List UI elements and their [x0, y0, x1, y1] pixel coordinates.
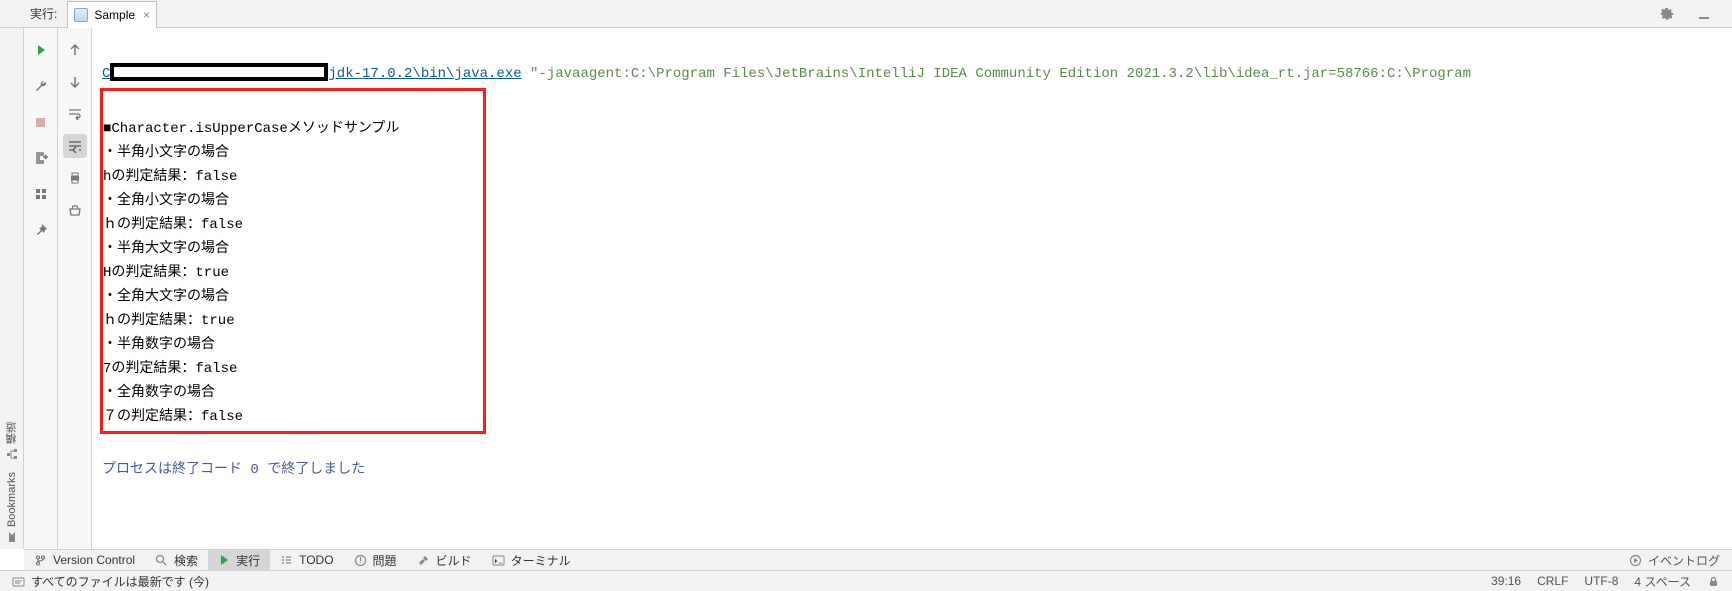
tab-todo[interactable]: TODO — [270, 550, 343, 570]
wrench-icon[interactable] — [29, 74, 53, 98]
list-icon — [280, 554, 293, 567]
out-line: Hの判定結果：true — [103, 265, 229, 281]
run-tool-header: 実行: Sample × — [0, 0, 1732, 28]
tab-label: 検索 — [174, 552, 198, 569]
minimize-icon[interactable] — [1692, 2, 1716, 26]
out-line: ・半角数字の場合 — [103, 337, 215, 353]
run-actions-column — [24, 28, 58, 549]
stop-icon[interactable] — [29, 110, 53, 134]
indent[interactable]: 4 スペース — [1634, 573, 1691, 590]
caret-position[interactable]: 39:16 — [1491, 574, 1521, 588]
out-line: hの判定結果：false — [103, 169, 237, 185]
sidebar-bookmarks[interactable]: Bookmarks — [6, 472, 18, 543]
search-icon — [155, 554, 168, 567]
sidebar-structure[interactable]: 構造 — [4, 422, 20, 460]
tab-label: ターミナル — [511, 552, 571, 569]
out-line: ・全角大文字の場合 — [103, 289, 229, 305]
branch-icon — [34, 554, 47, 567]
console-output[interactable]: Cjdk-17.0.2\bin\java.exe "-javaagent:C:\… — [92, 28, 1732, 549]
rerun-icon[interactable] — [29, 38, 53, 62]
lock-icon[interactable] — [1707, 575, 1720, 588]
event-log-icon — [1629, 554, 1642, 567]
gear-icon[interactable] — [1654, 2, 1678, 26]
tab-label: Version Control — [53, 553, 135, 567]
terminal-icon — [492, 554, 505, 567]
run-label: 実行: — [30, 5, 57, 22]
app-icon — [74, 8, 88, 22]
line-ending[interactable]: CRLF — [1537, 574, 1568, 588]
tab-label: ビルド — [436, 552, 472, 569]
tab-version-control[interactable]: Version Control — [24, 550, 145, 570]
cmd-drive: C — [102, 66, 110, 82]
out-line: ・全角小文字の場合 — [103, 193, 229, 209]
out-line: ｈの判定結果：true — [103, 313, 235, 329]
out-line: ７の判定結果：false — [103, 409, 243, 425]
left-stripe: 構造 Bookmarks — [0, 28, 24, 549]
console-actions-column — [58, 28, 92, 549]
out-line: ・半角小文字の場合 — [103, 145, 229, 161]
close-icon[interactable]: × — [143, 8, 150, 22]
out-line: ・半角大文字の場合 — [103, 241, 229, 257]
run-tab-sample[interactable]: Sample × — [67, 1, 157, 28]
cmd-jdk-path: jdk-17.0.2\bin\java.exe — [328, 66, 521, 82]
cmd-args: "-javaagent:C:\Program Files\JetBrains\I… — [522, 66, 1471, 82]
scroll-to-end-icon[interactable] — [63, 134, 87, 158]
tab-search[interactable]: 検索 — [145, 550, 208, 570]
clear-icon[interactable] — [63, 198, 87, 222]
tab-run[interactable]: 実行 — [208, 550, 270, 570]
out-line: ・全角数字の場合 — [103, 385, 215, 401]
structure-label: 構造 — [4, 422, 20, 444]
bottom-tool-tabs: Version Control 検索 実行 TODO 問題 ビルド ターミナル … — [24, 549, 1732, 570]
hammer-icon — [417, 554, 430, 567]
up-icon[interactable] — [63, 38, 87, 62]
soft-wrap-icon[interactable] — [63, 102, 87, 126]
tab-label: 問題 — [373, 552, 397, 569]
tab-event-log[interactable]: イベントログ — [1648, 552, 1720, 569]
out-line: ｈの判定結果：false — [103, 217, 243, 233]
process-exit-line: プロセスは終了コード 0 で終了しました — [102, 462, 365, 478]
problems-icon — [354, 554, 367, 567]
out-line: ■Character.isUpperCaseメソッドサンプル — [103, 121, 399, 137]
pin-icon[interactable] — [29, 218, 53, 242]
tab-problems[interactable]: 問題 — [344, 550, 407, 570]
tab-title: Sample — [94, 8, 135, 22]
layout-icon[interactable] — [29, 182, 53, 206]
status-message: すべてのファイルは最新です (今) — [31, 573, 209, 590]
play-icon — [218, 554, 230, 566]
status-bar: すべてのファイルは最新です (今) 39:16 CRLF UTF-8 4 スペー… — [0, 570, 1732, 591]
down-icon[interactable] — [63, 70, 87, 94]
bookmarks-label: Bookmarks — [6, 472, 18, 527]
print-icon[interactable] — [63, 166, 87, 190]
out-line: 7の判定結果：false — [103, 361, 237, 377]
highlighted-output: ■Character.isUpperCaseメソッドサンプル ・半角小文字の場合… — [100, 88, 486, 434]
tab-label: TODO — [299, 553, 333, 567]
status-icon — [12, 575, 25, 588]
tab-build[interactable]: ビルド — [407, 550, 482, 570]
encoding[interactable]: UTF-8 — [1584, 574, 1618, 588]
tab-label: 実行 — [236, 552, 260, 569]
tab-terminal[interactable]: ターミナル — [482, 550, 581, 570]
exit-icon[interactable] — [29, 146, 53, 170]
redacted-box — [110, 63, 328, 81]
